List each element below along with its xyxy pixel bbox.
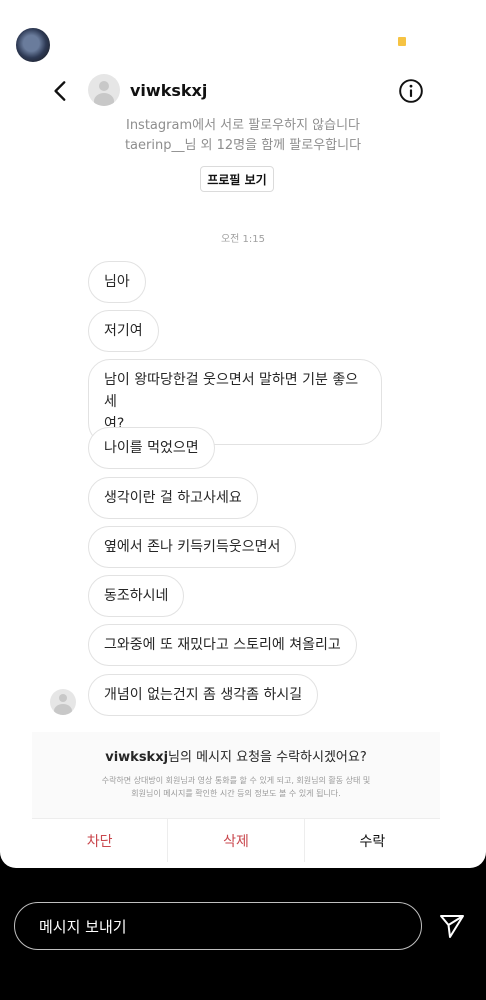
reply-placeholder: 메시지 보내기 <box>39 917 127 936</box>
chevron-left-icon[interactable] <box>48 78 74 104</box>
message-bubble[interactable]: 동조하시네 <box>88 575 185 617</box>
follow-info: Instagram에서 서로 팔로우하지 않습니다 taerinp__님 외 1… <box>0 116 486 156</box>
progress-segment <box>105 10 195 13</box>
request-actions: 차단 삭제 수락 <box>32 818 440 862</box>
reply-input[interactable]: 메시지 보내기 <box>14 902 422 950</box>
progress-segment <box>12 10 102 13</box>
message-bubble[interactable]: 옆에서 존나 키득키득웃으면서 <box>88 526 297 568</box>
dm-screenshot-card: viwkskxj Instagram에서 서로 팔로우하지 않습니다 taeri… <box>0 0 486 868</box>
delete-button[interactable]: 삭제 <box>167 819 303 862</box>
story-progress <box>12 10 475 13</box>
follow-status-text: Instagram에서 서로 팔로우하지 않습니다 <box>125 118 360 133</box>
sender-avatar[interactable] <box>50 689 76 715</box>
dm-username[interactable]: viwkskxj <box>130 81 207 100</box>
accept-button[interactable]: 수락 <box>303 819 440 862</box>
message-bubble[interactable]: 그와중에 또 재밌다고 스토리에 쳐올리고 <box>88 624 357 666</box>
story-username[interactable]: me_ow_yu <box>62 43 147 61</box>
avatar[interactable] <box>14 26 52 64</box>
progress-segment <box>198 10 288 13</box>
info-circle-icon[interactable] <box>398 78 424 104</box>
message-bubble[interactable]: 님아 <box>88 261 146 303</box>
wifi-icon <box>372 34 390 48</box>
story-posted-ago: 2시간 <box>153 45 189 61</box>
view-profile-button[interactable]: 프로필 보기 <box>200 166 274 192</box>
dm-header: viwkskxj <box>0 68 486 114</box>
message-bubble[interactable]: 생각이란 걸 하고사세요 <box>88 477 258 519</box>
paper-plane-icon[interactable] <box>438 912 466 940</box>
story-header: 1:40 me_ow_yu 2시간 <box>14 22 472 68</box>
message-request-prompt: viwkskxj님의 메시지 요청을 수락하시겠어요? 수락하면 상대방이 회원… <box>32 732 440 818</box>
message-timestamp: 오전 1:15 <box>220 234 266 245</box>
signal-icon <box>348 35 366 47</box>
avatar[interactable] <box>88 74 120 106</box>
message-bubble[interactable]: 저기여 <box>88 310 159 352</box>
progress-segment <box>384 10 475 13</box>
message-bubble[interactable]: 나이를 먹었으면 <box>88 427 215 469</box>
message-bubble[interactable]: 개념이 없는건지 좀 생각좀 하시길 <box>88 674 319 716</box>
battery-icon <box>396 34 425 48</box>
block-button[interactable]: 차단 <box>32 819 167 862</box>
status-icons <box>348 34 425 48</box>
mutual-followers-text: taerinp__님 외 12명을 함께 팔로우합니다 <box>124 138 362 153</box>
request-title: viwkskxj님의 메시지 요청을 수락하시겠어요? <box>105 750 367 765</box>
request-description: 수락하면 상대방이 회원님과 영상 통화를 할 수 있게 되고, 회원님의 활동… <box>101 776 371 798</box>
close-icon[interactable] <box>440 28 472 60</box>
progress-segment <box>291 10 381 13</box>
